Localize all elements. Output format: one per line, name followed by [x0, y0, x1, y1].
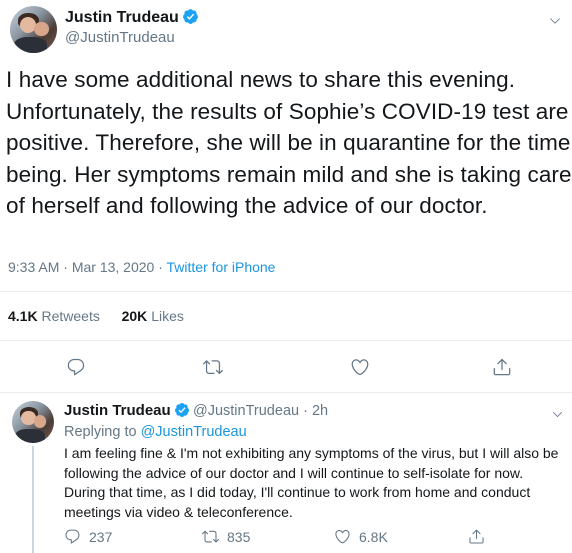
retweets-label: Retweets	[41, 308, 100, 324]
retweets-stat[interactable]: 4.1K Retweets	[8, 308, 100, 324]
reply-handle-time: @JustinTrudeau · 2h	[193, 403, 328, 419]
reply-comment-count: 237	[89, 528, 113, 545]
likes-count: 20K	[121, 308, 148, 324]
tweet-time[interactable]: 9:33 AM	[8, 259, 59, 275]
meta-separator: ·	[59, 259, 72, 275]
tweet-date[interactable]: Mar 13, 2020	[72, 259, 155, 275]
meta-separator: ·	[299, 403, 312, 419]
reply-author-avatar[interactable]	[12, 401, 54, 443]
replying-to: Replying to @JustinTrudeau	[64, 424, 247, 440]
replying-mention-link[interactable]: @JustinTrudeau	[141, 424, 247, 440]
divider	[0, 291, 572, 292]
reply-text: I am feeling fine & I'm not exhibiting a…	[64, 445, 559, 520]
reply-comment-action[interactable]: 237	[64, 528, 112, 545]
replying-prefix: Replying to	[64, 424, 137, 440]
comment-icon[interactable]	[66, 357, 86, 377]
tweet-text: I have some additional news to share thi…	[6, 67, 572, 218]
reply-retweet-count: 835	[227, 528, 251, 545]
likes-stat[interactable]: 20K Likes	[122, 308, 184, 324]
author-name-row[interactable]: Justin Trudeau	[65, 8, 199, 27]
verified-badge-icon	[174, 403, 189, 417]
share-icon[interactable]	[492, 357, 512, 377]
divider	[0, 340, 572, 341]
reply-time[interactable]: 2h	[312, 403, 328, 419]
author-handle[interactable]: @JustinTrudeau	[65, 29, 175, 46]
reply-author-name-row[interactable]: Justin Trudeau	[64, 402, 190, 420]
likes-label: Likes	[151, 308, 184, 324]
share-icon	[469, 529, 484, 544]
retweets-count: 4.1K	[8, 308, 38, 324]
chevron-down-icon[interactable]	[548, 14, 562, 28]
author-avatar[interactable]	[10, 6, 57, 53]
tweet-source-link[interactable]: Twitter for iPhone	[167, 259, 276, 275]
divider	[0, 392, 572, 393]
meta-separator: ·	[154, 259, 167, 275]
reply-retweet-action[interactable]: 835	[202, 528, 250, 545]
like-icon	[335, 529, 350, 544]
thread-line	[32, 446, 34, 553]
reply-author-handle[interactable]: @JustinTrudeau	[193, 403, 299, 419]
tweet-stats: 4.1K Retweets 20K Likes	[8, 308, 184, 324]
verified-badge-icon	[182, 9, 198, 24]
retweet-icon[interactable]	[203, 357, 223, 377]
chevron-down-icon[interactable]	[551, 408, 564, 421]
retweet-icon	[202, 530, 219, 543]
comment-icon	[65, 529, 80, 544]
like-icon[interactable]	[350, 357, 370, 377]
reply-share-action[interactable]	[468, 528, 493, 545]
reply-author-name[interactable]: Justin Trudeau	[64, 402, 171, 419]
reply-like-count: 6.8K	[359, 528, 388, 545]
reply-like-action[interactable]: 6.8K	[334, 528, 388, 545]
tweet-meta: 9:33 AM · Mar 13, 2020 · Twitter for iPh…	[8, 259, 275, 275]
author-name[interactable]: Justin Trudeau	[65, 9, 179, 26]
